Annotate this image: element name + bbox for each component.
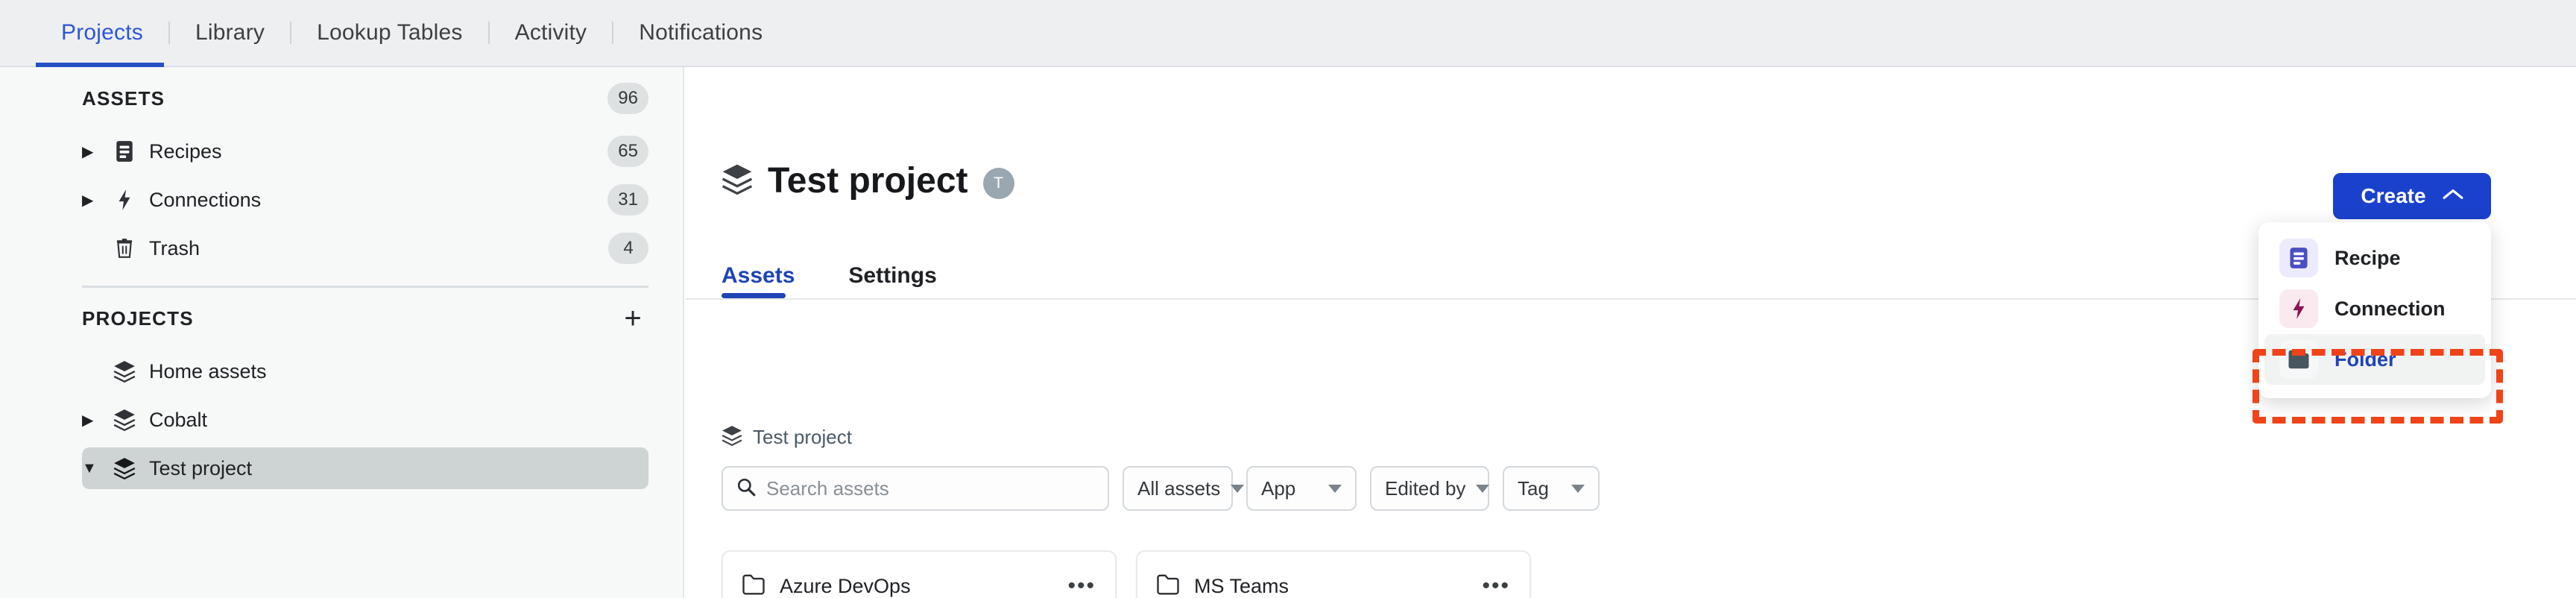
nav-tab-activity[interactable]: Activity xyxy=(490,0,613,66)
filter-app[interactable]: App xyxy=(1246,466,1357,511)
search-icon xyxy=(736,477,756,500)
filter-label: Tag xyxy=(1518,476,1549,500)
sidebar-item-recipes[interactable]: ▶ Recipes 65 xyxy=(82,130,648,172)
stack-icon xyxy=(107,360,142,383)
stack-icon xyxy=(107,409,142,431)
sidebar-item-count: 31 xyxy=(607,184,648,215)
sidebar-item-label: Trash xyxy=(149,236,201,259)
sidebar: ASSETS 96 ▶ Recipes 65 ▶ Connections 31 … xyxy=(0,67,684,598)
filter-label: App xyxy=(1261,476,1296,500)
search-input[interactable] xyxy=(766,476,1087,500)
add-project-button[interactable]: + xyxy=(617,303,648,334)
sidebar-assets-title: ASSETS xyxy=(82,86,165,110)
search-box[interactable] xyxy=(722,466,1109,511)
app-root: Projects Library Lookup Tables Activity … xyxy=(0,0,2576,598)
menu-item-connection[interactable]: Connection xyxy=(2264,283,2485,334)
recipe-icon xyxy=(2279,239,2318,277)
sidebar-item-trash[interactable]: Trash 4 xyxy=(82,227,648,269)
sidebar-item-test-project[interactable]: ▼ Test project xyxy=(82,447,648,489)
create-button-label: Create xyxy=(2361,184,2426,207)
chevron-right-icon[interactable]: ▶ xyxy=(82,411,107,429)
sidebar-assets-count: 96 xyxy=(607,83,648,114)
chevron-down-icon[interactable]: ▼ xyxy=(82,460,107,477)
sidebar-projects-title: PROJECTS xyxy=(82,306,194,330)
menu-item-folder[interactable]: Folder xyxy=(2264,334,2485,385)
sidebar-item-count: 65 xyxy=(607,136,648,167)
sidebar-item-label: Test project xyxy=(149,456,253,479)
chevron-down-icon xyxy=(1476,484,1490,493)
recipe-icon xyxy=(107,140,142,163)
chevron-right-icon[interactable]: ▶ xyxy=(82,191,107,210)
sidebar-item-cobalt[interactable]: ▶ Cobalt xyxy=(82,399,648,441)
asset-card-name: MS Teams xyxy=(1194,574,1289,597)
top-nav-tablist: Projects Library Lookup Tables Activity … xyxy=(36,0,788,66)
sidebar-item-label: Recipes xyxy=(149,139,222,163)
chevron-up-icon xyxy=(2443,188,2463,205)
nav-tab-projects[interactable]: Projects xyxy=(36,0,168,66)
menu-item-label: Folder xyxy=(2334,347,2396,371)
asset-card-menu-button[interactable]: ••• xyxy=(1482,575,1510,597)
filter-label: Edited by xyxy=(1385,476,1466,500)
sidebar-item-home-assets[interactable]: Home assets xyxy=(82,350,648,392)
stack-icon xyxy=(722,163,753,198)
nav-tab-lookup-tables[interactable]: Lookup Tables xyxy=(291,0,488,66)
page-header: Test project T xyxy=(722,160,1014,201)
breadcrumb[interactable]: Test project xyxy=(722,425,852,450)
stack-icon xyxy=(107,457,142,479)
sidebar-section-projects-header: PROJECTS + xyxy=(82,302,648,335)
create-button[interactable]: Create xyxy=(2333,173,2491,219)
folder-icon xyxy=(1157,574,1179,598)
asset-card-grid: Azure DevOps ••• MS Teams ••• xyxy=(722,550,1531,598)
sidebar-item-label: Connections xyxy=(149,188,262,211)
sidebar-item-count: 4 xyxy=(608,233,648,264)
chevron-down-icon xyxy=(1231,484,1245,493)
asset-card[interactable]: MS Teams ••• xyxy=(1136,550,1531,598)
sidebar-divider xyxy=(82,286,648,288)
chevron-right-icon[interactable]: ▶ xyxy=(82,142,107,161)
sidebar-section-assets-header: ASSETS 96 xyxy=(82,82,648,115)
breadcrumb-label: Test project xyxy=(753,426,852,448)
tab-settings[interactable]: Settings xyxy=(848,263,936,299)
menu-item-label: Connection xyxy=(2334,297,2446,320)
asset-card-menu-button[interactable]: ••• xyxy=(1067,575,1096,597)
filter-all-assets[interactable]: All assets xyxy=(1123,466,1245,511)
folder-icon xyxy=(742,574,765,598)
sidebar-item-connections[interactable]: ▶ Connections 31 xyxy=(82,179,648,221)
nav-tab-notifications[interactable]: Notifications xyxy=(613,0,788,66)
filter-edited-by[interactable]: Edited by xyxy=(1370,466,1490,511)
sidebar-item-label: Cobalt xyxy=(149,408,208,431)
stack-icon xyxy=(722,425,742,450)
active-subtab-underline xyxy=(722,293,786,298)
chevron-down-icon xyxy=(1328,484,1342,493)
menu-item-label: Recipe xyxy=(2334,246,2401,269)
asset-card[interactable]: Azure DevOps ••• xyxy=(722,550,1117,598)
menu-item-recipe[interactable]: Recipe xyxy=(2264,233,2485,283)
avatar[interactable]: T xyxy=(982,167,1014,199)
create-dropdown-menu: Recipe Connection Folder xyxy=(2258,222,2491,398)
top-navigation: Projects Library Lookup Tables Activity … xyxy=(0,0,2576,68)
bolt-icon xyxy=(107,189,142,211)
bolt-icon xyxy=(2279,289,2318,328)
folder-icon xyxy=(2279,340,2318,379)
nav-tab-library[interactable]: Library xyxy=(170,0,290,66)
sidebar-item-label: Home assets xyxy=(149,359,267,383)
filter-tag[interactable]: Tag xyxy=(1503,466,1600,511)
trash-icon xyxy=(107,238,142,259)
asset-card-name: Azure DevOps xyxy=(780,574,911,597)
filter-bar: All assets App Edited by Tag xyxy=(722,466,1600,511)
page-title: Test project xyxy=(768,161,968,201)
filter-label: All assets xyxy=(1137,476,1221,500)
chevron-down-icon xyxy=(1571,484,1585,493)
